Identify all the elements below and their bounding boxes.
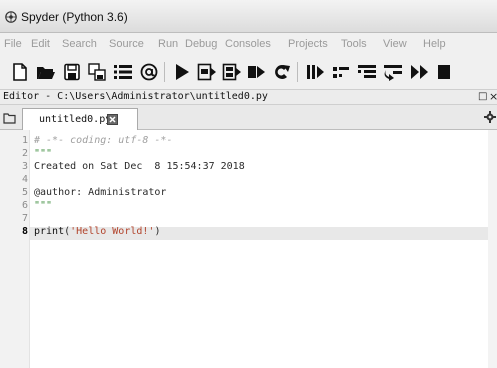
gear-icon[interactable] (484, 111, 496, 123)
code-token: @author: Administrator (34, 187, 167, 198)
line-number: 8 (21, 226, 28, 237)
line-number: 5 (21, 187, 28, 198)
run-icon[interactable] (172, 63, 192, 81)
line-number: 4 (21, 174, 28, 185)
code-line: """ (34, 201, 52, 211)
code-line: print('Hello World!') (34, 227, 160, 237)
menu-projects[interactable]: Projects (288, 38, 328, 50)
undock-icon[interactable]: □ (478, 91, 487, 102)
continue-icon[interactable] (410, 63, 430, 81)
code-token: # -*- coding: utf-8 -*- (34, 135, 173, 146)
line-number: 7 (21, 213, 28, 224)
line-number-gutter: 1 2 3 4 5 6 7 8 (0, 130, 30, 368)
menu-debug[interactable]: Debug (185, 38, 217, 50)
menu-source[interactable]: Source (109, 38, 144, 50)
close-pane-icon[interactable]: × (489, 90, 497, 103)
save-all-icon[interactable] (87, 63, 107, 81)
code-token: Created on Sat Dec 8 15:54:37 2018 (34, 161, 245, 172)
browse-tabs-icon[interactable] (3, 111, 16, 124)
new-file-icon[interactable] (10, 63, 30, 81)
run-cell-icon[interactable] (197, 63, 217, 81)
menu-consoles[interactable]: Consoles (225, 38, 271, 50)
editor-tab-bar: untitled0.py* (0, 105, 497, 131)
debug-icon[interactable] (305, 63, 325, 81)
line-number: 3 (21, 161, 28, 172)
code-token: ) (154, 226, 161, 237)
menu-run[interactable]: Run (158, 38, 178, 50)
spyder-logo-icon (5, 11, 17, 23)
at-icon[interactable] (139, 63, 159, 81)
tab-close-icon[interactable] (107, 114, 118, 125)
code-token: """ (34, 200, 53, 211)
menu-search[interactable]: Search (62, 38, 97, 50)
line-number: 2 (21, 148, 28, 159)
code-token: """ (34, 148, 53, 159)
code-line: """ (34, 149, 52, 159)
run-selection-icon[interactable] (247, 63, 267, 81)
code-line: Created on Sat Dec 8 15:54:37 2018 (34, 162, 245, 172)
title-bar: Spyder (Python 3.6) (0, 0, 497, 33)
toolbar-separator (297, 62, 298, 82)
stop-icon[interactable] (435, 63, 455, 81)
code-line: # -*- coding: utf-8 -*- (34, 136, 172, 146)
list-icon[interactable] (113, 63, 133, 81)
menu-view[interactable]: View (383, 38, 407, 50)
step-icon[interactable] (331, 63, 351, 81)
tab-untitled0[interactable]: untitled0.py* (22, 108, 138, 131)
save-icon[interactable] (62, 63, 82, 81)
run-cell-advance-icon[interactable] (222, 63, 242, 81)
step-into-icon[interactable] (357, 63, 377, 81)
editor-pane-title: Editor - C:\Users\Administrator\untitled… (3, 91, 268, 102)
open-folder-icon[interactable] (36, 63, 56, 81)
toolbar (0, 54, 497, 90)
toolbar-separator (164, 62, 165, 82)
code-token: 'Hello World!' (70, 226, 155, 237)
line-number: 6 (21, 200, 28, 211)
rerun-icon[interactable] (271, 63, 291, 81)
code-editor[interactable]: 1 2 3 4 5 6 7 8 # -*- coding: utf-8 -*- """ Creat… (0, 130, 497, 368)
menu-bar: File Edit Search Source Run Debug Consol… (0, 33, 497, 54)
step-return-icon[interactable] (383, 63, 403, 81)
code-line: @author: Administrator (34, 188, 166, 198)
menu-edit[interactable]: Edit (31, 38, 50, 50)
menu-tools[interactable]: Tools (341, 38, 367, 50)
line-number: 1 (21, 135, 28, 146)
menu-help[interactable]: Help (423, 38, 446, 50)
tab-label: untitled0.py* (39, 114, 118, 125)
window-title: Spyder (Python 3.6) (21, 10, 128, 24)
code-token: print (34, 226, 65, 237)
vertical-scrollbar[interactable] (488, 130, 497, 368)
menu-file[interactable]: File (4, 38, 22, 50)
editor-pane-header: Editor - C:\Users\Administrator\untitled… (0, 90, 497, 105)
